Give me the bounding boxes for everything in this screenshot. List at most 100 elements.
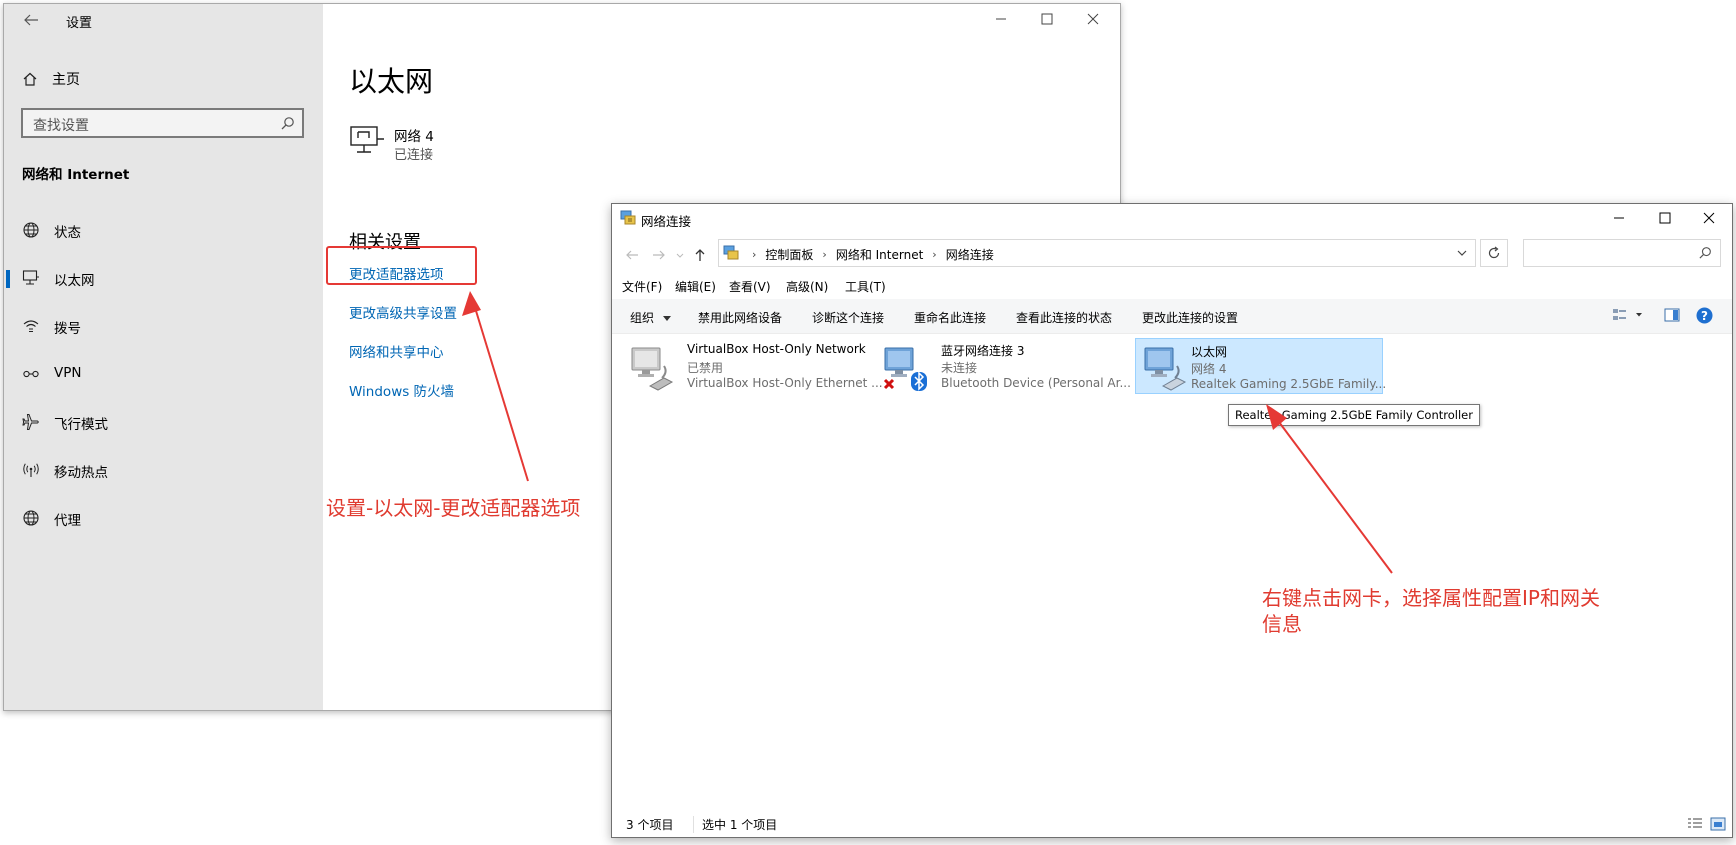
sidebar-item-label: 代理 bbox=[54, 513, 81, 529]
network-adapter-icon bbox=[349, 125, 385, 155]
back-arrow-icon bbox=[626, 250, 638, 260]
large-icons-view-button[interactable] bbox=[1710, 817, 1726, 831]
change-settings-button[interactable]: 更改此连接的设置 bbox=[1142, 309, 1238, 326]
back-button[interactable] bbox=[624, 247, 640, 263]
ethernet-icon bbox=[22, 270, 39, 285]
details-view-icon bbox=[1688, 818, 1702, 828]
sidebar-item-dialup[interactable]: 拨号 bbox=[4, 306, 323, 346]
network-connections-window: 网络连接 › 控制面板 › 网络和 Internet › 网络连接 文件(F) … bbox=[611, 203, 1733, 838]
highlight-box bbox=[326, 246, 477, 285]
search-placeholder: 查找设置 bbox=[33, 118, 89, 134]
title-bar: 网络连接 bbox=[612, 204, 1732, 233]
hotspot-icon bbox=[23, 463, 39, 477]
minimize-button[interactable] bbox=[1596, 204, 1642, 233]
caret-down-icon bbox=[662, 315, 671, 321]
diagnose-button[interactable]: 诊断这个连接 bbox=[812, 309, 884, 326]
minimize-icon bbox=[1614, 217, 1624, 219]
preview-pane-icon bbox=[1664, 308, 1680, 322]
network-adapter-icon bbox=[1144, 347, 1187, 391]
connection-item-bluetooth[interactable]: 蓝牙网络连接 3 未连接 Bluetooth Device (Personal … bbox=[875, 338, 1131, 394]
network-name[interactable]: 网络 4 bbox=[394, 125, 434, 145]
sidebar-item-airplane-mode[interactable]: 飞行模式 bbox=[4, 402, 323, 442]
globe-icon bbox=[23, 510, 39, 526]
up-arrow-icon bbox=[695, 249, 705, 261]
view-options-button[interactable] bbox=[1612, 307, 1646, 323]
search-icon[interactable] bbox=[1698, 246, 1712, 260]
sidebar-item-vpn[interactable]: VPN bbox=[4, 354, 323, 394]
connection-status: 网络 4 bbox=[1191, 362, 1227, 376]
settings-title: 设置 bbox=[66, 16, 93, 31]
connection-device: Bluetooth Device (Personal Ar... bbox=[941, 376, 1131, 390]
help-icon: ? bbox=[1696, 307, 1713, 324]
disable-device-button[interactable]: 禁用此网络设备 bbox=[698, 309, 782, 326]
preview-pane-button[interactable] bbox=[1664, 307, 1680, 323]
sidebar-item-proxy[interactable]: 代理 bbox=[4, 498, 323, 538]
breadcrumb-item[interactable]: 网络和 Internet bbox=[836, 246, 923, 263]
back-button[interactable] bbox=[20, 9, 42, 31]
close-button[interactable] bbox=[1686, 204, 1732, 233]
airplane-icon bbox=[22, 414, 39, 430]
organize-button[interactable]: 组织 bbox=[630, 309, 671, 326]
network-folder-icon bbox=[620, 210, 636, 226]
up-button[interactable] bbox=[692, 247, 708, 263]
chevron-down-icon bbox=[1457, 250, 1467, 256]
vpn-icon bbox=[23, 370, 39, 378]
maximize-icon bbox=[1041, 13, 1053, 25]
windows-firewall-link[interactable]: Windows 防火墙 bbox=[349, 380, 454, 400]
large-icons-view-icon bbox=[1710, 817, 1726, 831]
view-status-button[interactable]: 查看此连接的状态 bbox=[1016, 309, 1112, 326]
breadcrumb-item[interactable]: 控制面板 bbox=[765, 246, 813, 263]
sidebar-item-mobile-hotspot[interactable]: 移动热点 bbox=[4, 450, 323, 490]
sidebar-item-label: 飞行模式 bbox=[54, 417, 108, 433]
connection-name: 蓝牙网络连接 3 bbox=[941, 344, 1025, 358]
menu-view[interactable]: 查看(V) bbox=[729, 278, 771, 295]
globe-icon bbox=[23, 222, 39, 238]
search-icon[interactable] bbox=[280, 116, 295, 131]
sidebar-item-status[interactable]: 状态 bbox=[4, 210, 323, 250]
command-bar: 组织 禁用此网络设备 诊断这个连接 重命名此连接 查看此连接的状态 更改此连接的… bbox=[612, 299, 1732, 334]
page-title: 以太网 bbox=[349, 65, 434, 98]
sidebar-item-ethernet[interactable]: 以太网 bbox=[4, 258, 323, 298]
svg-text:?: ? bbox=[1701, 309, 1708, 323]
menu-advanced[interactable]: 高级(N) bbox=[786, 278, 828, 295]
folder-search-input[interactable] bbox=[1523, 239, 1721, 267]
menu-file[interactable]: 文件(F) bbox=[622, 278, 662, 295]
window-title: 网络连接 bbox=[641, 214, 692, 229]
close-icon bbox=[1087, 13, 1099, 25]
address-dropdown-button[interactable] bbox=[1457, 249, 1467, 257]
rename-button[interactable]: 重命名此连接 bbox=[914, 309, 986, 326]
sidebar-item-home[interactable]: 主页 bbox=[22, 67, 80, 91]
menu-tools[interactable]: 工具(T) bbox=[845, 278, 886, 295]
device-tooltip: Realtek Gaming 2.5GbE Family Controller bbox=[1228, 404, 1480, 426]
breadcrumb: › 控制面板 › 网络和 Internet › 网络连接 bbox=[752, 246, 994, 263]
status-bar: 3 个项目 选中 1 个项目 bbox=[612, 811, 1732, 837]
maximize-button[interactable] bbox=[1642, 204, 1688, 233]
refresh-button[interactable] bbox=[1480, 239, 1508, 267]
annotation-label: 右键点击网卡，选择属性配置IP和网关 bbox=[1262, 586, 1600, 610]
view-tiles-icon bbox=[1613, 309, 1642, 320]
annotation-label: 信息 bbox=[1262, 612, 1302, 636]
connection-device: Realtek Gaming 2.5GbE Family... bbox=[1191, 377, 1387, 391]
connection-item-ethernet[interactable]: 以太网 网络 4 Realtek Gaming 2.5GbE Family... bbox=[1135, 338, 1387, 394]
sidebar-item-label: 状态 bbox=[54, 225, 81, 241]
minimize-button[interactable] bbox=[978, 4, 1024, 36]
maximize-button[interactable] bbox=[1024, 4, 1070, 36]
connection-name: 以太网 bbox=[1191, 345, 1228, 359]
settings-search-input[interactable]: 查找设置 bbox=[21, 108, 304, 138]
annotation-label: 设置-以太网-更改适配器选项 bbox=[326, 496, 581, 520]
menu-edit[interactable]: 编辑(E) bbox=[675, 278, 716, 295]
network-sharing-center-link[interactable]: 网络和共享中心 bbox=[349, 341, 444, 361]
help-button[interactable]: ? bbox=[1696, 307, 1713, 324]
close-button[interactable] bbox=[1070, 4, 1116, 36]
maximize-icon bbox=[1659, 212, 1671, 224]
advanced-sharing-link[interactable]: 更改高级共享设置 bbox=[349, 302, 457, 322]
sidebar-item-label: VPN bbox=[54, 365, 82, 381]
bluetooth-network-icon bbox=[883, 347, 927, 391]
recent-locations-button[interactable] bbox=[675, 247, 685, 263]
organize-label: 组织 bbox=[630, 311, 655, 325]
forward-button[interactable] bbox=[651, 247, 667, 263]
address-bar[interactable]: › 控制面板 › 网络和 Internet › 网络连接 bbox=[718, 239, 1476, 267]
details-view-button[interactable] bbox=[1687, 817, 1703, 831]
connection-item-virtualbox[interactable]: VirtualBox Host-Only Network 已禁用 Virtual… bbox=[622, 338, 883, 394]
breadcrumb-item[interactable]: 网络连接 bbox=[946, 246, 994, 263]
